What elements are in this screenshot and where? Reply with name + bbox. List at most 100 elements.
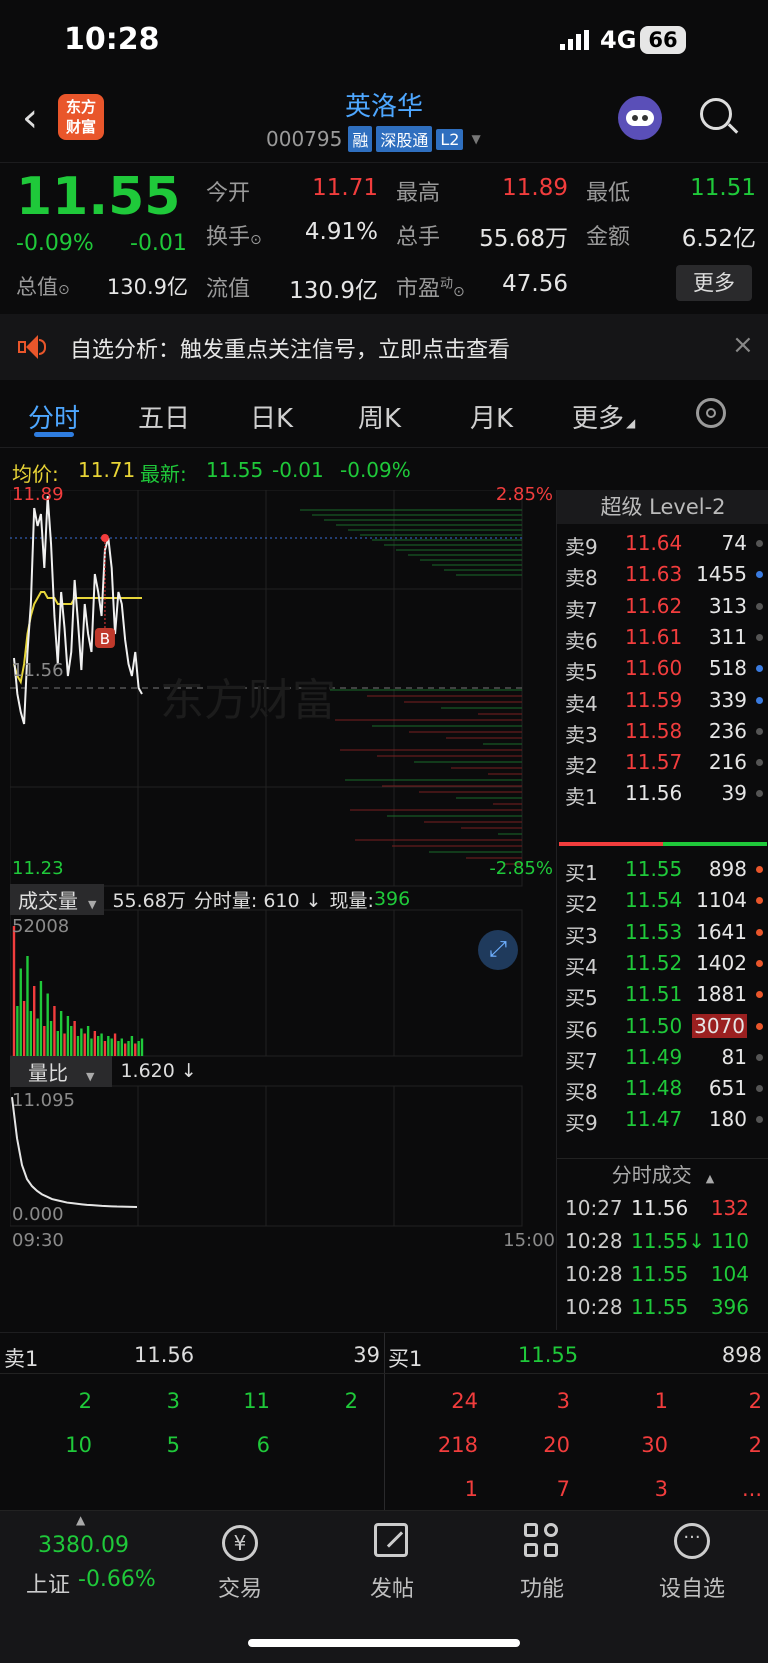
axis-pct-min: -2.85%: [489, 858, 553, 879]
volume-bar: [36, 1018, 39, 1056]
ask-row-9[interactable]: 卖9 11.64 74: [557, 526, 768, 559]
value-pe: 47.56: [502, 271, 568, 297]
volume-total: 55.68万: [112, 889, 186, 912]
index-pct[interactable]: -0.66%: [78, 1567, 156, 1592]
bid-row-2[interactable]: 买2 11.54 1104: [557, 883, 768, 916]
volume-bar: [33, 986, 36, 1056]
status-dot: [756, 897, 763, 905]
volume-bar: [97, 1036, 100, 1056]
search-icon[interactable]: [700, 98, 739, 136]
clock: 10:28: [64, 22, 160, 57]
label-float-value: 流值: [206, 277, 251, 302]
ratio-selector[interactable]: 量比 ▼: [10, 1055, 113, 1087]
bid-label: 买6: [565, 1017, 598, 1042]
ask-price: 11.58: [625, 718, 683, 743]
ask-price: 11.61: [625, 624, 683, 649]
expand-icon[interactable]: ⤢: [478, 930, 518, 970]
level2-title[interactable]: 超级 Level-2: [557, 490, 768, 524]
volume-bar: [113, 1033, 117, 1056]
bid-row-5[interactable]: 买5 11.51 1881: [557, 977, 768, 1010]
tab-intraday[interactable]: 分时: [28, 398, 80, 435]
tick-buy-cell: ...: [741, 1477, 762, 1501]
ask-row-6[interactable]: 卖6 11.61 311: [557, 620, 768, 653]
more-button[interactable]: 更多: [676, 265, 752, 301]
ask-row-5[interactable]: 卖5 11.60 518: [557, 651, 768, 684]
tick-sell-cell: 3: [166, 1389, 180, 1413]
volume-bar: [123, 1043, 127, 1056]
bid-label: 买9: [565, 1111, 598, 1136]
bid-row-7[interactable]: 买7 11.49 81: [557, 1040, 768, 1073]
trade-price: 11.56: [631, 1196, 689, 1220]
ask-price: 11.60: [625, 656, 683, 681]
axis-pct-max: 2.85%: [495, 484, 553, 505]
volume-header: 成交量 ▼ 55.68万 分时量: 610 ↓ 现量: 396: [10, 883, 555, 915]
tab-more[interactable]: 更多 ◢: [572, 398, 635, 435]
volume-bar: [56, 1031, 59, 1056]
chevron-down-icon: ▼: [471, 132, 481, 146]
bid-row-4[interactable]: 买4 11.52 1402: [557, 946, 768, 979]
index-value[interactable]: 3380.09: [38, 1533, 129, 1558]
volume-bar: [90, 1038, 93, 1056]
bid-row-3[interactable]: 买3 11.53 1641: [557, 915, 768, 948]
status-dot: [756, 1022, 763, 1030]
latest-label: 最新:: [140, 462, 187, 486]
volume-bar: [103, 1041, 107, 1056]
tick-buy-cell: 3: [556, 1389, 570, 1413]
bid-label: 买8: [565, 1080, 598, 1105]
ask-label: 卖3: [565, 722, 598, 747]
current-volume: 396: [373, 888, 411, 910]
tab-day-k[interactable]: 日K: [250, 398, 293, 435]
axis-price-max: 11.89: [12, 484, 64, 505]
volume-selector[interactable]: 成交量 ▼: [10, 883, 105, 915]
ask-volume: 39: [721, 781, 747, 806]
notice-text: 自选分析：触发重点关注信号，立即点击查看: [70, 338, 511, 363]
notice-bar[interactable]: 自选分析：触发重点关注信号，立即点击查看 ×: [0, 314, 768, 380]
status-dot: [756, 665, 763, 673]
tab-week-k[interactable]: 周K: [358, 398, 401, 435]
ask-row-4[interactable]: 卖4 11.59 339: [557, 683, 768, 716]
tab-underline: [34, 432, 74, 437]
stock-code-row[interactable]: 000795 融 深股通 L2 ▼: [266, 126, 481, 152]
bid-row-8[interactable]: 买8 11.48 651: [557, 1071, 768, 1104]
bid-price: 11.55: [625, 857, 683, 881]
intraday-chart[interactable]: 东方财富 B 11.89 2.85% 11.56 11.23 -2.85% 成交…: [9, 484, 555, 1332]
settings-gear-icon[interactable]: [696, 398, 726, 428]
volume-ratio-line: [11, 1096, 138, 1209]
bid-row-6[interactable]: 买6 11.50 3070: [557, 1009, 768, 1042]
ask-row-7[interactable]: 卖7 11.62 313: [557, 589, 768, 622]
tab-five-day[interactable]: 五日: [138, 398, 190, 435]
status-dot: [756, 790, 763, 798]
chevron-up-icon[interactable]: ▲: [76, 1513, 85, 1527]
ask-row-3[interactable]: 卖3 11.58 236: [557, 714, 768, 747]
volume-bar: [110, 1038, 113, 1056]
ask-volume: 216: [708, 750, 747, 775]
grid-icon: [524, 1523, 560, 1559]
ask-row-8[interactable]: 卖8 11.63 1455: [557, 557, 768, 590]
trades-title[interactable]: 分时成交 ▲: [557, 1158, 768, 1190]
badge-l2: L2: [436, 128, 464, 150]
value-high: 11.89: [502, 175, 568, 201]
bid-label: 买2: [565, 892, 598, 917]
badge-connect: 深股通: [376, 126, 433, 152]
volume-bar: [39, 981, 43, 1056]
bid-volume: 81: [721, 1044, 747, 1069]
trade-volume: 110: [710, 1229, 749, 1253]
tab-month-k[interactable]: 月K: [470, 398, 513, 435]
bid-row-9[interactable]: 买9 11.47 180: [557, 1102, 768, 1135]
label-high: 最高: [396, 181, 441, 206]
ask-volume: 1455: [696, 562, 747, 587]
status-dot: [756, 991, 763, 999]
ask-row-1[interactable]: 卖1 11.56 39: [557, 776, 768, 809]
status-dot: [756, 540, 763, 547]
period-tabs: 分时 五日 日K 周K 月K 更多 ◢: [0, 380, 768, 448]
nav-add-watchlist-label: 设自选: [658, 1577, 725, 1602]
bid-row-1[interactable]: 买1 11.55 898: [557, 852, 768, 885]
axis-price-mid: 11.56: [12, 660, 64, 681]
trade-row: 10:28 11.55 104: [557, 1258, 768, 1292]
index-name[interactable]: 上证: [26, 1567, 70, 1599]
tick-sell-cell: 5: [166, 1433, 180, 1457]
tick-buy-cell: 30: [641, 1433, 668, 1457]
ask-row-2[interactable]: 卖2 11.57 216: [557, 745, 768, 778]
close-icon[interactable]: ×: [732, 330, 754, 360]
robot-assistant-icon[interactable]: [618, 96, 662, 140]
